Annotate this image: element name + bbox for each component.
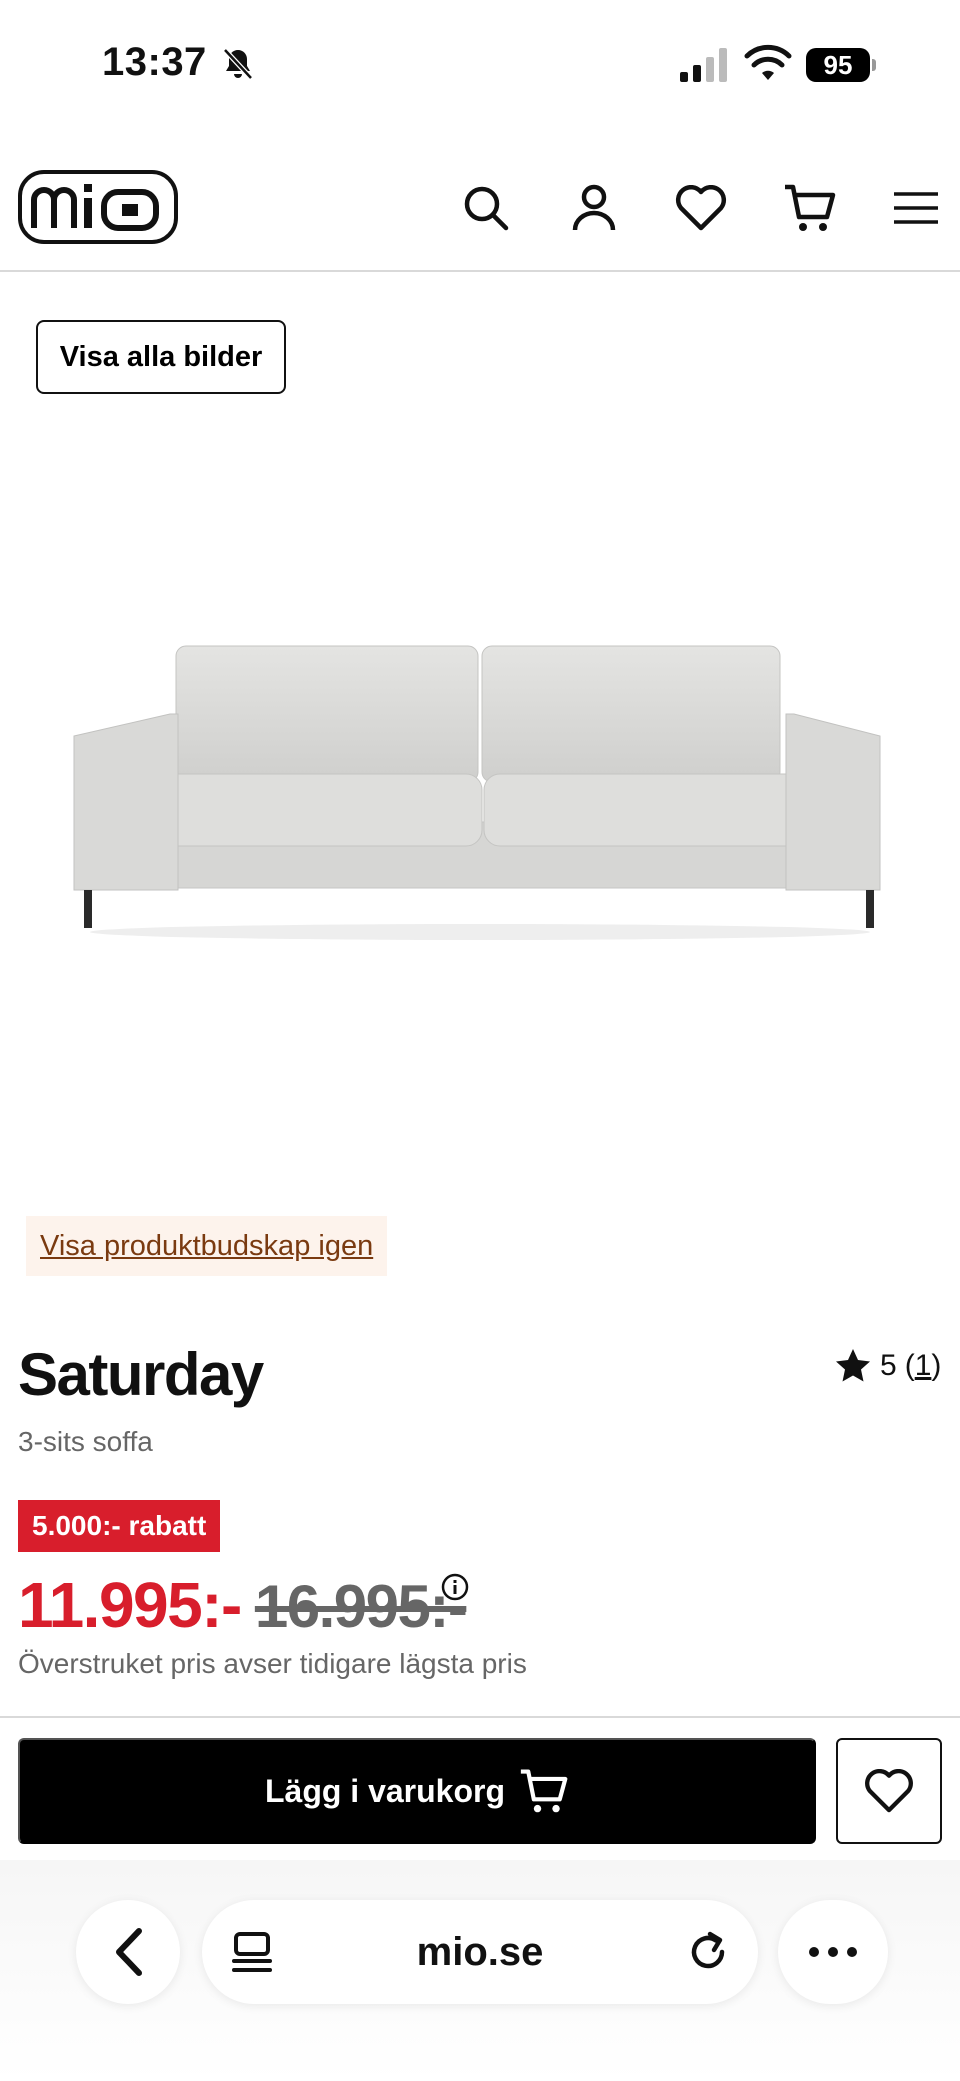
rating-count-link[interactable]: 1	[915, 1349, 932, 1382]
browser-back-button[interactable]	[76, 1900, 180, 2004]
cart-icon	[520, 1769, 568, 1813]
wifi-icon	[744, 44, 792, 80]
sofa-product-image[interactable]	[70, 632, 890, 952]
price-old: 16.995:-	[254, 1573, 468, 1640]
chevron-left-icon	[116, 1928, 142, 1976]
status-time: 13:37	[102, 40, 207, 84]
signal-icon	[680, 48, 727, 82]
product-message-link-wrap: Visa produktbudskap igen	[26, 1216, 388, 1276]
battery-icon: 95	[806, 48, 876, 82]
page-menu-icon[interactable]	[230, 1930, 274, 1974]
battery-level: 95	[806, 48, 870, 82]
rating-close-paren: )	[931, 1349, 942, 1382]
product-rating[interactable]: 5 (1)	[834, 1346, 941, 1386]
user-icon[interactable]	[566, 180, 622, 236]
price-row: 11.995:- 16.995:-	[18, 1568, 468, 1648]
address-bar[interactable]: mio.se	[202, 1900, 758, 2004]
product-gallery: Visa alla bilder Visa produktbudskap ige…	[0, 272, 960, 1282]
price-current: 11.995:-	[18, 1569, 242, 1641]
discount-badge: 5.000:- rabatt	[18, 1500, 221, 1552]
search-icon[interactable]	[458, 180, 514, 236]
url-text[interactable]: mio.se	[202, 1900, 758, 2004]
more-options-button[interactable]	[778, 1900, 888, 2004]
status-bar: 13:37 95	[0, 0, 960, 130]
reload-icon[interactable]	[686, 1930, 730, 1974]
show-all-images-button[interactable]: Visa alla bilder	[36, 320, 286, 394]
show-product-message-link[interactable]: Visa produktbudskap igen	[40, 1230, 373, 1263]
browser-toolbar: mio.se	[0, 1860, 960, 2081]
divider	[0, 1716, 960, 1718]
site-header	[0, 150, 960, 272]
more-dots-icon	[809, 1947, 857, 1957]
product-subtitle: 3-sits soffa	[18, 1426, 153, 1457]
menu-icon[interactable]	[888, 180, 944, 236]
rating-value: 5	[880, 1349, 897, 1382]
info-icon[interactable]	[440, 1572, 470, 1602]
heart-icon[interactable]	[673, 180, 729, 236]
rating-open-paren: (	[904, 1349, 915, 1382]
cart-icon[interactable]	[782, 180, 838, 236]
add-to-wishlist-button[interactable]	[836, 1738, 942, 1844]
star-icon	[836, 1349, 870, 1382]
battery-tip	[872, 59, 876, 71]
heart-icon	[865, 1769, 913, 1813]
price-note: Överstruket pris avser tidigare lägsta p…	[18, 1648, 527, 1679]
mio-logo[interactable]	[18, 170, 178, 244]
bell-slash-icon	[223, 48, 253, 80]
add-to-cart-label: Lägg i varukorg	[264, 1772, 506, 1809]
product-title: Saturday	[18, 1341, 264, 1408]
add-to-cart-button[interactable]: Lägg i varukorg	[18, 1738, 816, 1844]
